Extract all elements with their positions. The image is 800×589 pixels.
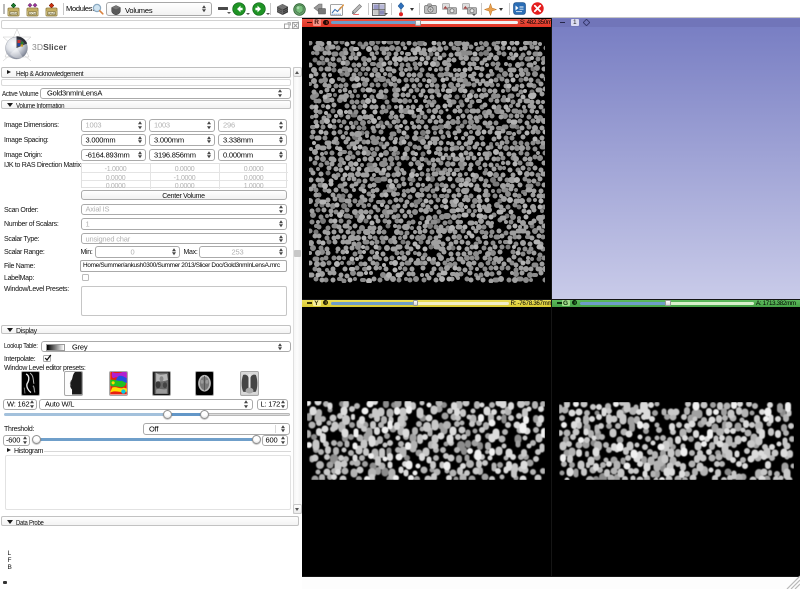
svg-text:SAVE: SAVE — [48, 11, 56, 15]
svg-text:DCM: DCM — [29, 11, 36, 15]
svg-text:DATA: DATA — [10, 11, 18, 15]
